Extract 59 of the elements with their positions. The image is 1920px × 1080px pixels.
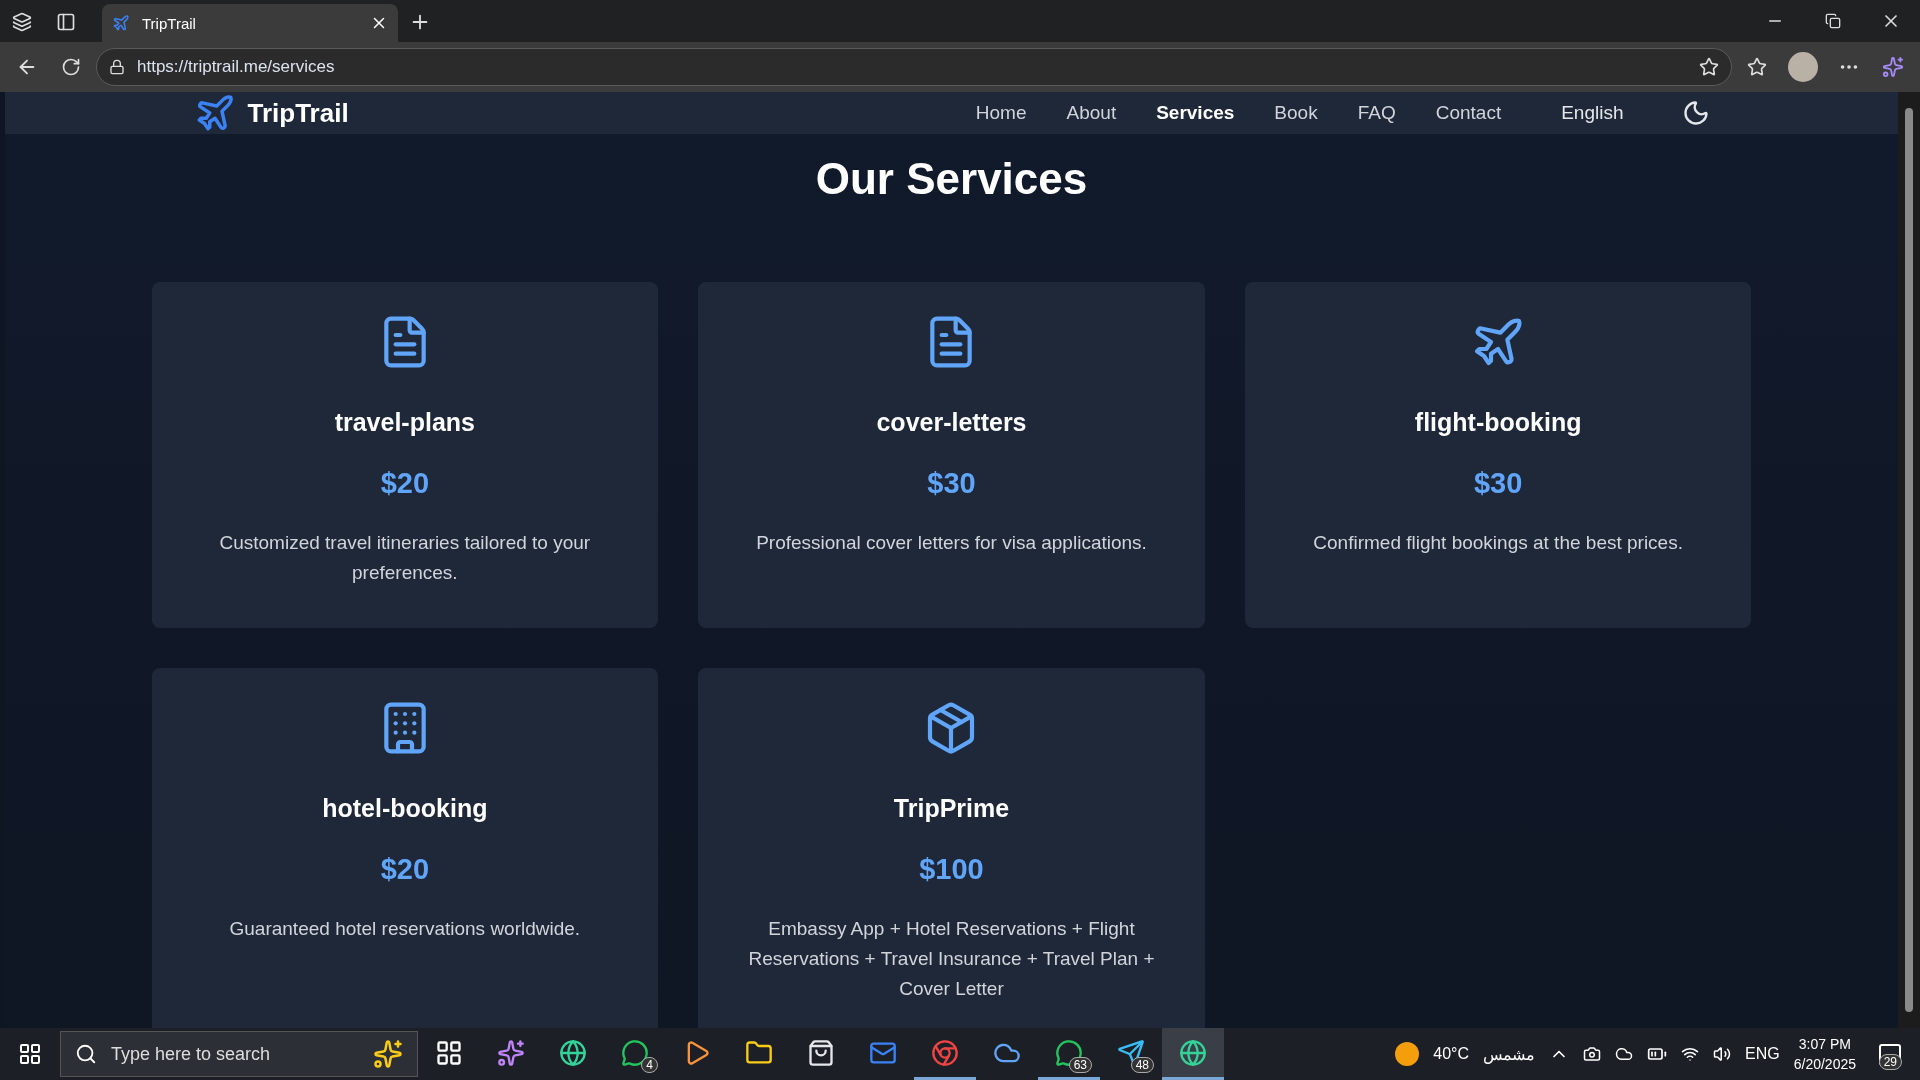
shopping-bag-icon bbox=[807, 1038, 835, 1067]
service-price: $100 bbox=[919, 853, 984, 886]
star-icon[interactable] bbox=[1699, 57, 1719, 77]
search-icon bbox=[75, 1043, 97, 1065]
service-price: $30 bbox=[927, 467, 976, 500]
page-title: Our Services bbox=[815, 154, 1088, 204]
service-price: $20 bbox=[380, 467, 429, 500]
service-description: Confirmed flight bookings at the best prices. bbox=[1313, 531, 1683, 555]
speaker-icon[interactable] bbox=[1713, 1045, 1732, 1063]
taskbar-app[interactable]: 48 bbox=[1100, 1028, 1162, 1080]
grid-icon bbox=[435, 1038, 463, 1067]
sparkle-icon bbox=[373, 1039, 403, 1069]
lock-icon bbox=[109, 59, 125, 75]
input-language[interactable]: ENG bbox=[1745, 1045, 1780, 1063]
camera-icon[interactable] bbox=[1583, 1045, 1602, 1063]
service-title: hotel-booking bbox=[322, 794, 488, 823]
count-badge: 63 bbox=[1068, 1057, 1092, 1073]
language-selector[interactable]: English bbox=[1561, 102, 1624, 124]
taskbar-app[interactable]: 63 bbox=[1038, 1028, 1100, 1080]
service-description: Customized travel itineraries tailored to your preferences. bbox=[218, 531, 592, 585]
cloud-icon[interactable] bbox=[1615, 1045, 1634, 1063]
moon-icon[interactable] bbox=[1681, 99, 1710, 127]
sun-icon bbox=[1395, 1042, 1420, 1066]
service-title: TripPrime bbox=[893, 794, 1010, 823]
service-price: $20 bbox=[380, 853, 429, 886]
service-price: $30 bbox=[1473, 467, 1523, 500]
chrome-icon bbox=[931, 1038, 959, 1067]
nav-link[interactable]: Services bbox=[1156, 102, 1235, 124]
service-title: travel-plans bbox=[334, 408, 475, 437]
service-title: flight-booking bbox=[1414, 408, 1582, 437]
nav-link[interactable]: Home bbox=[975, 102, 1027, 124]
sparkle-icon bbox=[497, 1038, 525, 1067]
taskbar-app[interactable]: 4 bbox=[604, 1028, 666, 1080]
address-bar[interactable]: https://triptrail.me/services bbox=[96, 48, 1732, 86]
search-field[interactable]: Type here to search bbox=[60, 1031, 418, 1077]
browser-tab[interactable]: TripTrail bbox=[102, 4, 398, 42]
service-description: Professional cover letters for visa applications. bbox=[756, 531, 1147, 555]
globe-icon bbox=[1179, 1038, 1207, 1067]
service-description: Guaranteed hotel reservations worldwide. bbox=[229, 917, 581, 941]
folder-icon bbox=[745, 1038, 773, 1067]
weather-condition: مشمس bbox=[1483, 1044, 1536, 1064]
service-title: cover-letters bbox=[876, 408, 1027, 437]
nav-link[interactable]: Contact bbox=[1435, 102, 1502, 124]
clock[interactable]: 3:07 PM 6/20/2025 bbox=[1793, 1036, 1856, 1072]
brand-name: TripTrail bbox=[247, 97, 349, 129]
avatar[interactable] bbox=[1788, 52, 1818, 82]
nav-link[interactable]: FAQ bbox=[1357, 102, 1396, 124]
nav-link[interactable]: Book bbox=[1274, 102, 1318, 124]
nav-link[interactable]: About bbox=[1066, 102, 1117, 124]
globe-icon bbox=[559, 1038, 587, 1067]
service-description: Embassy App + Hotel Reservations + Flight Reservations + Travel Insurance + Travel Plan + Cover Letter bbox=[747, 917, 1156, 1001]
notification-button[interactable]: 29 bbox=[1870, 1034, 1910, 1074]
count-badge: 29 bbox=[1878, 1054, 1902, 1070]
plane-icon bbox=[112, 14, 130, 32]
count-badge: 48 bbox=[1130, 1057, 1154, 1073]
scrollbar[interactable] bbox=[1898, 92, 1920, 1028]
temperature: 40°C bbox=[1433, 1045, 1470, 1063]
wifi-icon[interactable] bbox=[1681, 1045, 1700, 1063]
count-badge: 4 bbox=[641, 1057, 658, 1073]
